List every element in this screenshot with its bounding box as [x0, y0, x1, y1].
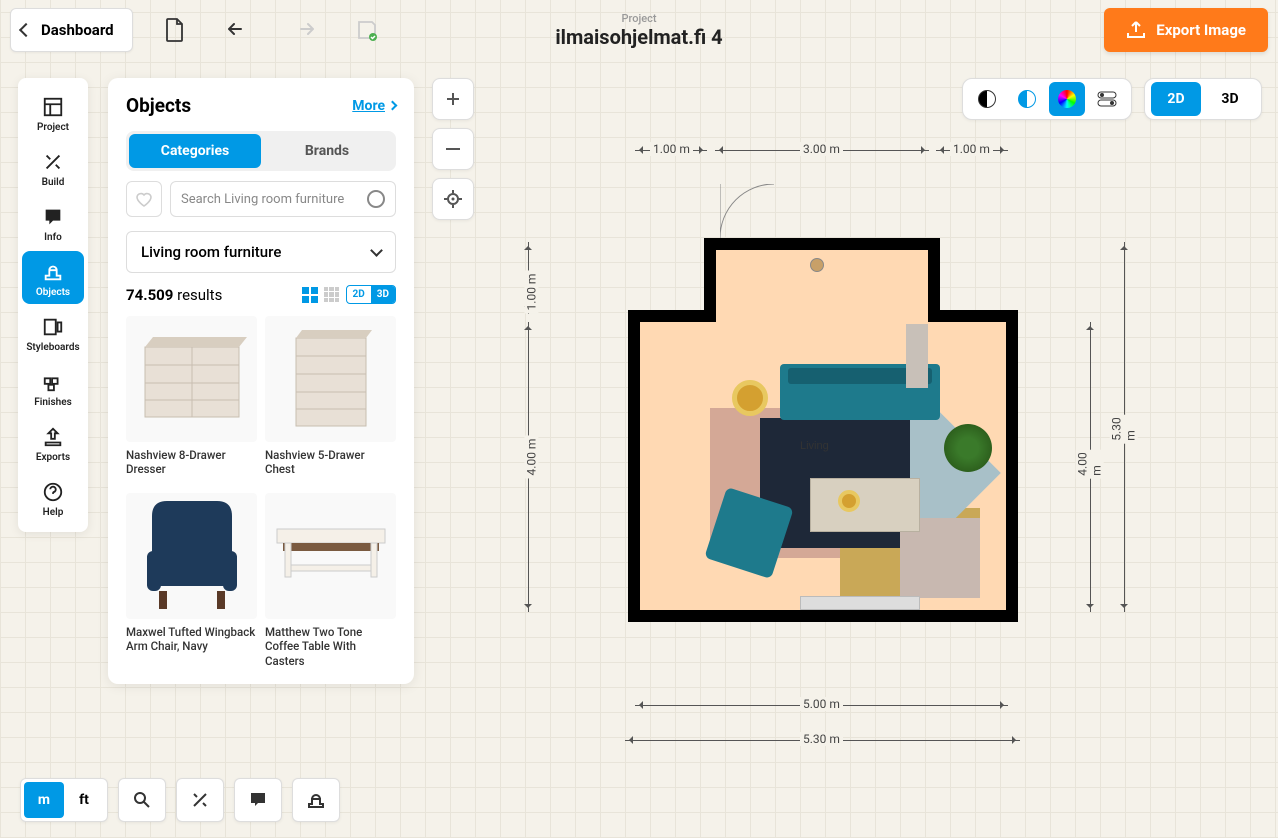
search-tool-icon[interactable]: [122, 782, 162, 818]
favorites-button[interactable]: [126, 181, 162, 217]
nav-objects[interactable]: Objects: [22, 251, 84, 304]
unit-m-button[interactable]: m: [24, 782, 64, 818]
view-controls: 2D 3D: [962, 78, 1262, 120]
project-name: ilmaisohjelmat.fi 4: [555, 25, 722, 49]
export-label: Export Image: [1156, 21, 1246, 39]
zoom-out-button[interactable]: [432, 128, 474, 170]
search-input[interactable]: Search Living room furniture: [170, 181, 396, 217]
view-3d-button[interactable]: 3D: [1205, 82, 1255, 116]
chevron-right-icon: [388, 101, 398, 111]
nav-exports[interactable]: Exports: [22, 416, 84, 469]
full-color-icon[interactable]: [1049, 82, 1085, 116]
left-nav: Project Build Info Objects Styleboards F…: [18, 78, 88, 532]
file-icon[interactable]: [153, 8, 197, 52]
item-chest[interactable]: Nashview 5-Drawer Chest: [265, 316, 396, 477]
zoom-controls: [432, 78, 474, 220]
grid-small-icon[interactable]: [324, 287, 340, 303]
furniture-icon[interactable]: [296, 782, 336, 818]
unit-toggle: m ft: [20, 778, 108, 822]
contrast-icon[interactable]: [969, 82, 1005, 116]
export-image-button[interactable]: Export Image: [1104, 8, 1268, 52]
nav-help[interactable]: Help: [22, 471, 84, 524]
dashboard-label: Dashboard: [41, 21, 114, 39]
top-bar: Dashboard Project ilmaisohjelmat.fi 4 Ex…: [10, 8, 1268, 52]
nav-styleboards[interactable]: Styleboards: [22, 306, 84, 359]
unit-ft-button[interactable]: ft: [64, 782, 104, 818]
nav-info[interactable]: Info: [22, 196, 84, 249]
objects-panel: Objects More Categories Brands Search Li…: [108, 78, 414, 684]
tab-brands[interactable]: Brands: [261, 134, 393, 168]
redo-icon[interactable]: [281, 8, 325, 52]
floor-plan[interactable]: 1.00 m 3.00 m 1.00 m 1.00 m 4.00 m 4.00 …: [620, 140, 1060, 700]
toggle-icon[interactable]: [1089, 82, 1125, 116]
grid-large-icon[interactable]: [302, 287, 318, 303]
panel-title: Objects: [126, 94, 191, 117]
chevron-down-icon: [370, 244, 383, 257]
item-armchair[interactable]: Maxwel Tufted Wingback Arm Chair, Navy: [126, 493, 257, 668]
results-count: 74.509 results: [126, 286, 222, 304]
nav-build[interactable]: Build: [22, 141, 84, 194]
nav-project[interactable]: Project: [22, 86, 84, 139]
item-grid: Nashview 8-Drawer Dresser Nashview 5-Dra…: [126, 316, 396, 668]
center-button[interactable]: [432, 178, 474, 220]
item-dresser[interactable]: Nashview 8-Drawer Dresser: [126, 316, 257, 477]
zoom-in-button[interactable]: [432, 78, 474, 120]
nav-finishes[interactable]: Finishes: [22, 361, 84, 414]
more-link[interactable]: More: [352, 98, 396, 114]
project-label: Project: [555, 12, 722, 25]
chat-icon[interactable]: [238, 782, 278, 818]
tools-icon[interactable]: [180, 782, 220, 818]
bottom-toolbar: m ft: [20, 778, 340, 822]
half-color-icon[interactable]: [1009, 82, 1045, 116]
dashboard-button[interactable]: Dashboard: [10, 8, 133, 52]
color-mode-group: [962, 78, 1132, 120]
view-2d-button[interactable]: 2D: [1151, 82, 1201, 116]
tab-categories[interactable]: Categories: [129, 134, 261, 168]
item-coffee-table[interactable]: Matthew Two Tone Coffee Table With Caste…: [265, 493, 396, 668]
category-dropdown[interactable]: Living room furniture: [126, 231, 396, 273]
chevron-left-icon: [19, 23, 33, 37]
room-label: Living: [800, 440, 829, 452]
project-title-block[interactable]: Project ilmaisohjelmat.fi 4: [555, 12, 722, 49]
dimension-toggle: 2D 3D: [1144, 78, 1262, 120]
undo-icon[interactable]: [217, 8, 261, 52]
save-icon[interactable]: [345, 8, 389, 52]
tab-group: Categories Brands: [126, 131, 396, 171]
preview-2d-3d-toggle[interactable]: 2D3D: [346, 285, 397, 304]
